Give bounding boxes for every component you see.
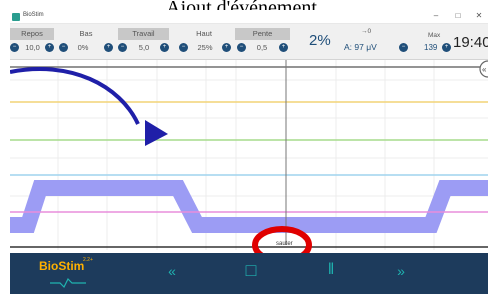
close-button[interactable]: ✕: [472, 11, 486, 20]
param-bas-label: Bas: [79, 29, 93, 38]
pulse-icon: [50, 277, 86, 289]
param-travail-label: Travail: [118, 28, 169, 40]
brand-logo: BioStim: [39, 259, 85, 273]
control-bar: BioStim 2.2+ « □ ‖ »: [10, 253, 488, 294]
pente-increase-button[interactable]: +: [279, 43, 288, 52]
param-haut-value: 25%: [197, 43, 213, 52]
brand-version: 2.2+: [83, 257, 93, 263]
repos-decrease-button[interactable]: −: [10, 43, 19, 52]
travail-increase-button[interactable]: +: [160, 43, 169, 52]
pause-button[interactable]: ‖: [320, 261, 342, 279]
zero-arrow-label: →0: [361, 28, 372, 35]
corner-collapse-icon: «: [482, 65, 487, 74]
param-pente-value: 0,5: [256, 43, 268, 52]
haut-increase-button[interactable]: +: [222, 43, 231, 52]
minimize-button[interactable]: –: [429, 11, 443, 20]
marker-label: sauter: [276, 241, 293, 247]
amplitude-reset-button[interactable]: −: [399, 43, 408, 52]
signal-graph-svg: sauter «: [9, 60, 488, 264]
param-haut-label: Haut: [196, 29, 212, 38]
param-travail: Travail − 5,0 +: [118, 24, 169, 60]
param-haut: Haut − 25% +: [174, 24, 234, 60]
param-repos-label: Repos: [10, 28, 54, 40]
max-increase-button[interactable]: +: [442, 43, 451, 52]
forward-button[interactable]: »: [390, 263, 412, 279]
haut-decrease-button[interactable]: −: [179, 43, 188, 52]
max-label: Max: [428, 32, 441, 39]
bas-increase-button[interactable]: +: [104, 43, 113, 52]
param-repos-value: 10,0: [25, 43, 40, 52]
param-travail-value: 5,0: [138, 43, 150, 52]
param-bas: Bas − 0% +: [59, 24, 113, 60]
pente-decrease-button[interactable]: −: [237, 43, 246, 52]
param-bas-value: 0%: [77, 43, 89, 52]
max-value: 139: [424, 43, 438, 52]
param-repos: Repos − 10,0 +: [10, 24, 54, 60]
app-title: BioStim: [23, 12, 44, 18]
rewind-button[interactable]: «: [161, 263, 183, 279]
stop-button[interactable]: □: [240, 260, 262, 281]
curved-arrow-icon: [9, 67, 140, 125]
repos-increase-button[interactable]: +: [45, 43, 54, 52]
bas-decrease-button[interactable]: −: [59, 43, 68, 52]
app-icon: [12, 13, 20, 21]
window-titlebar: BioStim – □ ✕: [10, 10, 488, 24]
parameter-bar: Repos − 10,0 + Bas − 0% + Travail − 5,0 …: [10, 24, 488, 60]
clock: 19:40: [453, 34, 488, 51]
param-pente-label: Pente: [235, 28, 290, 40]
travail-decrease-button[interactable]: −: [118, 43, 127, 52]
amplitude-readout: A: 97 μV: [344, 42, 377, 52]
signal-band: [10, 180, 488, 233]
signal-graph[interactable]: sauter «: [9, 60, 488, 264]
maximize-button[interactable]: □: [451, 11, 465, 20]
param-pente: Pente − 0,5 +: [235, 24, 290, 60]
percent-readout: 2%: [309, 32, 331, 49]
